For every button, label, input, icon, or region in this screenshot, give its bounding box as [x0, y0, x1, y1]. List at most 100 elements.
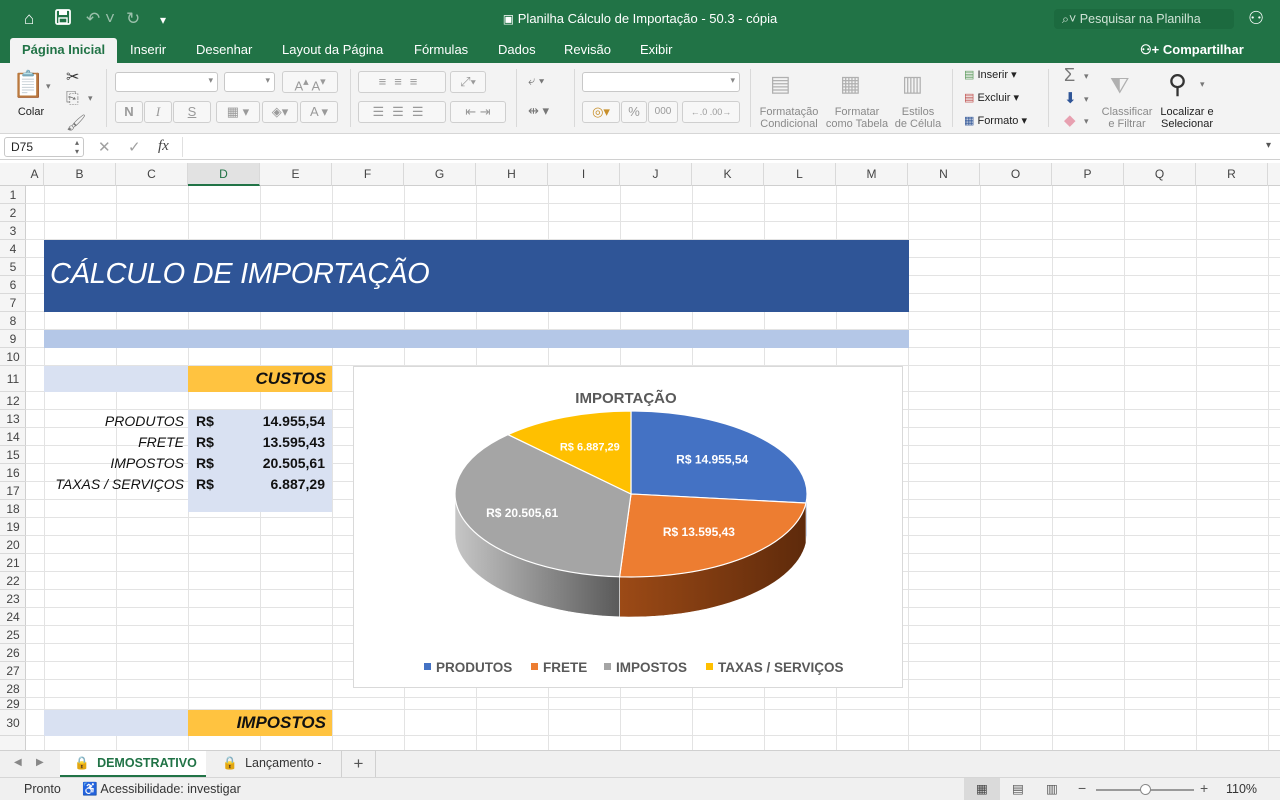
format-as-table-label[interactable]: Formatar como Tabela — [822, 106, 892, 130]
cell-styles-label[interactable]: Estilos de Célula — [890, 106, 946, 130]
indent-buttons[interactable]: ⇤ ⇥ — [450, 101, 506, 123]
currency-symbol[interactable]: R$ — [196, 434, 214, 450]
column-header-a[interactable]: A — [26, 163, 44, 186]
row-header-4[interactable]: 4 — [0, 240, 26, 258]
underline-button[interactable]: S — [173, 101, 211, 123]
row-header-7[interactable]: 7 — [0, 294, 26, 312]
font-color-button[interactable]: A ▾ — [300, 101, 338, 123]
cost-item-label[interactable]: PRODUTOS — [44, 413, 184, 429]
format-cells-button[interactable]: ▦ Formato ▾ — [964, 114, 1027, 127]
clear-dropdown-icon[interactable]: ▾ — [1084, 116, 1089, 127]
column-header-g[interactable]: G — [404, 163, 476, 186]
column-header-h[interactable]: H — [476, 163, 548, 186]
column-header-m[interactable]: M — [836, 163, 908, 186]
cost-item-value[interactable]: 14.955,54 — [215, 413, 325, 429]
column-header-e[interactable]: E — [260, 163, 332, 186]
font-size-select[interactable]: ▾ — [224, 72, 275, 92]
worksheet-grid[interactable]: ABCDEFGHIJKLMNOPQR 1 2 3 4 5 6 7 8 9 10 11 12 13 14 15… — [0, 163, 1280, 750]
cost-item-value[interactable]: 6.887,29 — [215, 476, 326, 492]
custos-label-cell[interactable] — [44, 366, 188, 392]
find-select-label[interactable]: Localizar e Selecionar — [1156, 106, 1218, 130]
conditional-format-icon[interactable]: ▤ — [770, 71, 791, 97]
row-header-14[interactable]: 14 — [0, 428, 26, 446]
row-header-5[interactable]: 5 — [0, 258, 26, 276]
scroll-right-icon[interactable]: ▶ — [36, 757, 44, 768]
find-dropdown-icon[interactable]: ▾ — [1200, 79, 1205, 90]
currency-symbol[interactable]: R$ — [196, 476, 214, 492]
column-header-o[interactable]: O — [980, 163, 1052, 186]
cut-icon[interactable]: ✂ — [66, 67, 79, 87]
wrap-text-icon[interactable]: ⤶ ▾ — [528, 73, 544, 89]
fill-color-button[interactable]: ◈▾ — [262, 101, 298, 123]
percent-button[interactable]: % — [621, 101, 647, 123]
row-header-21[interactable]: 21 — [0, 554, 26, 572]
title-banner[interactable]: CÁLCULO DE IMPORTAÇÃO — [44, 240, 909, 312]
conditional-format-label[interactable]: Formatação Condicional — [754, 106, 824, 130]
cost-item-value[interactable]: 13.595,43 — [215, 434, 325, 450]
row-header-11[interactable]: 11 — [0, 366, 26, 392]
custos-header[interactable]: CUSTOS — [188, 366, 332, 392]
zoom-level[interactable]: 110% — [1226, 782, 1257, 796]
row-header-27[interactable]: 27 — [0, 662, 26, 680]
column-header-d[interactable]: D — [188, 163, 260, 186]
font-size-buttons[interactable]: A▴ A▾ — [282, 71, 338, 93]
thousands-button[interactable]: 000 — [648, 101, 678, 123]
accounting-format-button[interactable]: ◎▾ — [582, 101, 620, 123]
copy-icon[interactable]: ⎘ — [66, 90, 79, 108]
row-header-20[interactable]: 20 — [0, 536, 26, 554]
sheet-tab-lancamento[interactable]: 🔒 Lançamento - — [208, 751, 342, 777]
autosum-dropdown-icon[interactable]: ▾ — [1084, 71, 1089, 82]
row-header-13[interactable]: 13 — [0, 410, 26, 428]
add-sheet-button[interactable]: + — [342, 751, 376, 777]
tab-pagina-inicial[interactable]: Página Inicial — [10, 38, 118, 63]
vertical-align-buttons[interactable]: ≡≡≡ — [358, 71, 446, 93]
name-box-stepper-icon[interactable]: ▴ ▾ — [75, 138, 79, 156]
row-header-23[interactable]: 23 — [0, 590, 26, 608]
row-header-15[interactable]: 15 — [0, 446, 26, 464]
tab-desenhar[interactable]: Desenhar — [196, 42, 252, 57]
row-header-19[interactable]: 19 — [0, 518, 26, 536]
copy-dropdown-icon[interactable]: ▾ — [88, 93, 93, 104]
cost-item-label[interactable]: IMPOSTOS — [44, 455, 184, 471]
accessibility-status[interactable]: ♿ Acessibilidade: investigar — [82, 782, 241, 797]
paste-dropdown-icon[interactable]: ▾ — [46, 81, 51, 92]
column-header-l[interactable]: L — [764, 163, 836, 186]
row-header-10[interactable]: 10 — [0, 348, 26, 366]
cost-item-label[interactable]: TAXAS / SERVIÇOS — [44, 476, 184, 492]
zoom-in-button[interactable]: + — [1200, 780, 1208, 796]
number-format-select[interactable]: ▾ — [582, 72, 740, 92]
row-header-22[interactable]: 22 — [0, 572, 26, 590]
row-header-26[interactable]: 26 — [0, 644, 26, 662]
orientation-button[interactable]: ⤢▾ — [450, 71, 486, 93]
zoom-out-button[interactable]: − — [1078, 780, 1086, 796]
page-layout-view-icon[interactable]: ▤ — [1012, 781, 1024, 796]
page-break-view-icon[interactable]: ▥ — [1046, 781, 1058, 796]
row-header-3[interactable]: 3 — [0, 222, 26, 240]
scroll-left-icon[interactable]: ◀ — [14, 757, 22, 768]
column-header-f[interactable]: F — [332, 163, 404, 186]
tab-dados[interactable]: Dados — [498, 42, 536, 57]
bold-button[interactable]: N — [115, 101, 143, 123]
delete-cells-button[interactable]: ▤ Excluir ▾ — [964, 91, 1019, 104]
sort-filter-label[interactable]: Classificar e Filtrar — [1096, 106, 1158, 130]
row-header-28[interactable]: 28 — [0, 680, 26, 698]
zoom-slider-thumb[interactable] — [1140, 784, 1151, 795]
merge-cells-icon[interactable]: ⇹ ▾ — [528, 103, 549, 119]
tab-formulas[interactable]: Fórmulas — [414, 42, 468, 57]
search-input[interactable]: ⌕˅ Pesquisar na Planilha — [1054, 9, 1234, 29]
row-header-2[interactable]: 2 — [0, 204, 26, 222]
decimal-buttons[interactable]: ←.0 .00→ — [682, 101, 740, 123]
account-icon[interactable]: ⚇ — [1248, 8, 1264, 29]
currency-symbol[interactable]: R$ — [196, 455, 214, 471]
tab-revisao[interactable]: Revisão — [564, 42, 611, 57]
clear-icon[interactable]: ◆ — [1064, 111, 1076, 129]
expand-formula-icon[interactable]: ▾ — [1266, 140, 1271, 151]
pie-chart[interactable]: IMPORTAÇÃO R$ 14.955,54 R$ 13.595,43 R$ 20… — [353, 366, 903, 688]
column-header-q[interactable]: Q — [1124, 163, 1196, 186]
row-header-25[interactable]: 25 — [0, 626, 26, 644]
row-header-24[interactable]: 24 — [0, 608, 26, 626]
row-header-9[interactable]: 9 — [0, 330, 26, 348]
italic-button[interactable]: I — [144, 101, 172, 123]
column-header-i[interactable]: I — [548, 163, 620, 186]
cancel-icon[interactable]: ✕ — [98, 138, 111, 156]
